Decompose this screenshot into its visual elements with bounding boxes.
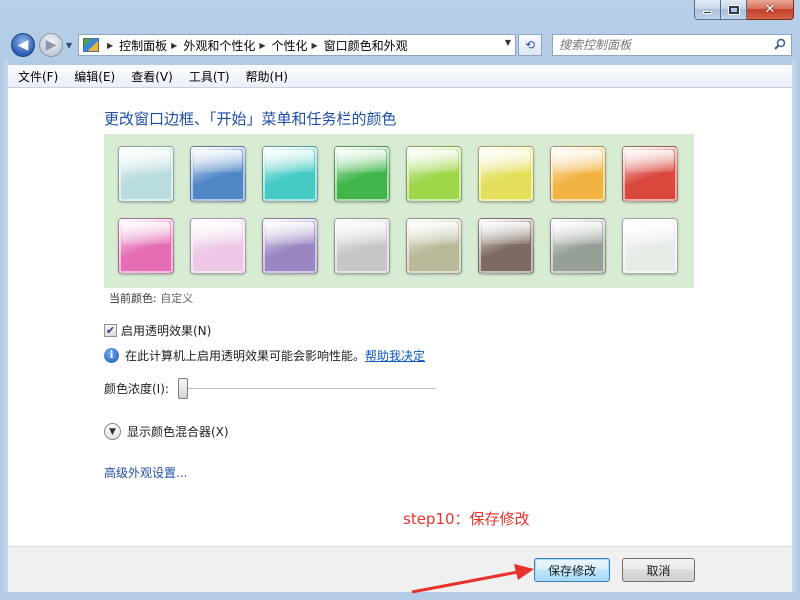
- close-button[interactable]: ✕: [747, 0, 794, 20]
- caption-buttons: ✕: [694, 0, 794, 20]
- transparency-info: i 在此计算机上启用透明效果可能会影响性能。 帮助我决定: [104, 347, 425, 364]
- info-text: 在此计算机上启用透明效果可能会影响性能。: [125, 349, 366, 363]
- color-swatch-tangerine[interactable]: [550, 146, 606, 202]
- color-swatch-frost[interactable]: [622, 218, 678, 274]
- search-icon[interactable]: [774, 38, 786, 50]
- breadcrumb-separator-icon[interactable]: ▶: [259, 41, 265, 50]
- frame-left-border: [0, 60, 8, 600]
- minimize-button[interactable]: [694, 0, 721, 20]
- current-color-value: 自定义: [160, 292, 194, 305]
- control-panel-icon: [83, 38, 99, 52]
- transparency-label[interactable]: 启用透明效果(N): [121, 322, 211, 339]
- menu-help[interactable]: 帮助(H): [238, 68, 296, 85]
- maximize-button[interactable]: [721, 0, 747, 20]
- color-swatch-fuchsia[interactable]: [118, 218, 174, 274]
- address-bar[interactable]: ▶ 控制面板 ▶ 外观和个性化 ▶ 个性化 ▶ 窗口颜色和外观 ▼: [78, 34, 516, 56]
- frame-bottom-border: [0, 592, 800, 600]
- frame-right-border: [792, 60, 800, 600]
- menu-tools[interactable]: 工具(T): [181, 68, 238, 85]
- intensity-slider[interactable]: [177, 377, 436, 399]
- color-swatch-lavender[interactable]: [334, 218, 390, 274]
- color-mixer-toggle[interactable]: ▼ 显示颜色混合器(X): [104, 423, 229, 440]
- forward-arrow-icon: ▶: [45, 37, 57, 53]
- advanced-appearance-link[interactable]: 高级外观设置...: [104, 464, 187, 481]
- footer: 保存修改 取消: [8, 546, 792, 592]
- annotation-arrow-icon: [411, 564, 534, 594]
- breadcrumb-window-color[interactable]: 窗口颜色和外观: [324, 37, 408, 54]
- color-swatch-ruby[interactable]: [622, 146, 678, 202]
- transparency-option[interactable]: ✔ 启用透明效果(N): [104, 322, 211, 339]
- maximize-icon: [727, 4, 740, 15]
- step-annotation: step10：保存修改: [403, 510, 530, 528]
- search-box[interactable]: [552, 34, 792, 56]
- cancel-button[interactable]: 取消: [622, 558, 695, 582]
- color-swatch-sky[interactable]: [118, 146, 174, 202]
- breadcrumb-separator-icon[interactable]: ▶: [312, 41, 318, 50]
- menu-view[interactable]: 查看(V): [123, 68, 181, 85]
- color-swatch-lime[interactable]: [406, 146, 462, 202]
- minimize-icon: [703, 11, 712, 14]
- color-swatch-twilight[interactable]: [190, 146, 246, 202]
- color-swatch-blush[interactable]: [190, 218, 246, 274]
- breadcrumb-appearance[interactable]: 外观和个性化: [183, 37, 255, 54]
- current-color: 当前颜色: 自定义: [109, 290, 193, 306]
- chevron-down-icon[interactable]: ▼: [104, 423, 121, 440]
- color-swatch-panel: [104, 134, 694, 288]
- info-icon: i: [104, 348, 119, 363]
- address-dropdown-icon[interactable]: ▼: [505, 38, 511, 47]
- intensity-slider-thumb[interactable]: [177, 377, 188, 399]
- help-me-decide-link[interactable]: 帮助我决定: [365, 347, 425, 364]
- color-mixer-label[interactable]: 显示颜色混合器(X): [127, 423, 229, 440]
- current-color-label: 当前颜色:: [109, 292, 157, 305]
- checkmark-icon: ✔: [105, 324, 116, 337]
- color-swatch-leaf[interactable]: [334, 146, 390, 202]
- main-content: 更改窗口边框、「开始」菜单和任务栏的颜色 当前颜色: 自定义 ✔ 启用透明效果(…: [8, 88, 792, 546]
- menu-bar: 文件(F) 编辑(E) 查看(V) 工具(T) 帮助(H): [8, 65, 792, 88]
- color-swatch-lemon[interactable]: [478, 146, 534, 202]
- back-arrow-icon: ◀: [17, 37, 29, 53]
- color-swatch-sea[interactable]: [262, 146, 318, 202]
- intensity-label: 颜色浓度(I):: [104, 382, 169, 396]
- breadcrumb-separator-icon[interactable]: ▶: [171, 41, 177, 50]
- transparency-checkbox[interactable]: ✔: [104, 324, 117, 337]
- close-icon: ✕: [764, 2, 776, 17]
- color-swatch-chocolate[interactable]: [478, 218, 534, 274]
- breadcrumb-separator-icon[interactable]: ▶: [107, 41, 113, 50]
- color-swatch-violet[interactable]: [262, 218, 318, 274]
- search-input[interactable]: [559, 38, 764, 52]
- forward-button[interactable]: ▶: [39, 33, 63, 57]
- menu-edit[interactable]: 编辑(E): [66, 68, 123, 85]
- intensity-row: 颜色浓度(I):: [104, 377, 436, 399]
- breadcrumb-control-panel[interactable]: 控制面板: [119, 37, 167, 54]
- address-row: ◀ ▶ ▼ ▶ 控制面板 ▶ 外观和个性化 ▶ 个性化 ▶ 窗口颜色和外观 ▼ …: [8, 29, 792, 61]
- color-swatch-slate[interactable]: [550, 218, 606, 274]
- menu-file[interactable]: 文件(F): [10, 68, 66, 85]
- refresh-icon: ⟲: [524, 38, 536, 52]
- back-button[interactable]: ◀: [11, 33, 35, 57]
- breadcrumb-personalization[interactable]: 个性化: [272, 37, 308, 54]
- recent-pages-dropdown-icon[interactable]: ▼: [66, 41, 72, 50]
- refresh-button[interactable]: ⟲: [518, 34, 542, 56]
- color-swatch-taupe[interactable]: [406, 218, 462, 274]
- page-title: 更改窗口边框、「开始」菜单和任务栏的颜色: [104, 110, 397, 128]
